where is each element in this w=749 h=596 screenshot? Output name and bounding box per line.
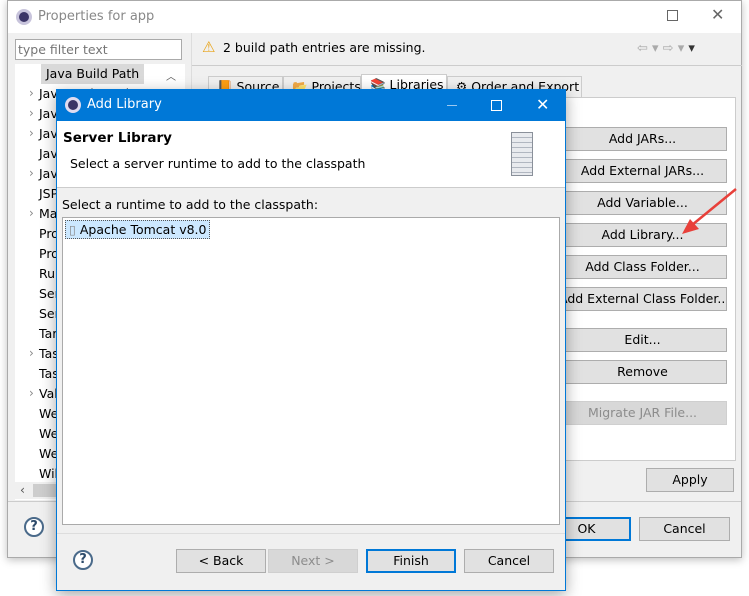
minimize-button[interactable] xyxy=(447,105,457,106)
runtime-label: Apache Tomcat v8.0 xyxy=(79,222,207,237)
close-button[interactable]: ✕ xyxy=(536,95,549,114)
footer-divider xyxy=(57,533,565,534)
back-button[interactable]: < Back xyxy=(176,549,266,573)
next-button[interactable]: Next > xyxy=(268,549,358,573)
finish-button[interactable]: Finish xyxy=(366,549,456,573)
runtime-item[interactable]: ▯ Apache Tomcat v8.0 xyxy=(65,220,211,239)
dialog-header: Server Library Select a server runtime t… xyxy=(57,121,565,188)
header-description: Select a server runtime to add to the cl… xyxy=(70,156,366,171)
dialog-title: Add Library xyxy=(87,97,162,112)
server-icon xyxy=(511,132,533,176)
cancel-button[interactable]: Cancel xyxy=(464,549,554,573)
help-icon[interactable]: ? xyxy=(73,550,93,570)
list-label: Select a runtime to add to the classpath… xyxy=(62,197,319,212)
dialog-title-bar: Add Library ✕ xyxy=(57,90,565,121)
maximize-button[interactable] xyxy=(491,100,502,111)
server-icon: ▯ xyxy=(69,222,80,237)
runtime-list[interactable]: ▯ Apache Tomcat v8.0 xyxy=(62,217,560,525)
header-title: Server Library xyxy=(63,130,172,146)
add-library-dialog: Add Library ✕ Server Library Select a se… xyxy=(56,89,566,591)
eclipse-icon xyxy=(65,97,81,113)
